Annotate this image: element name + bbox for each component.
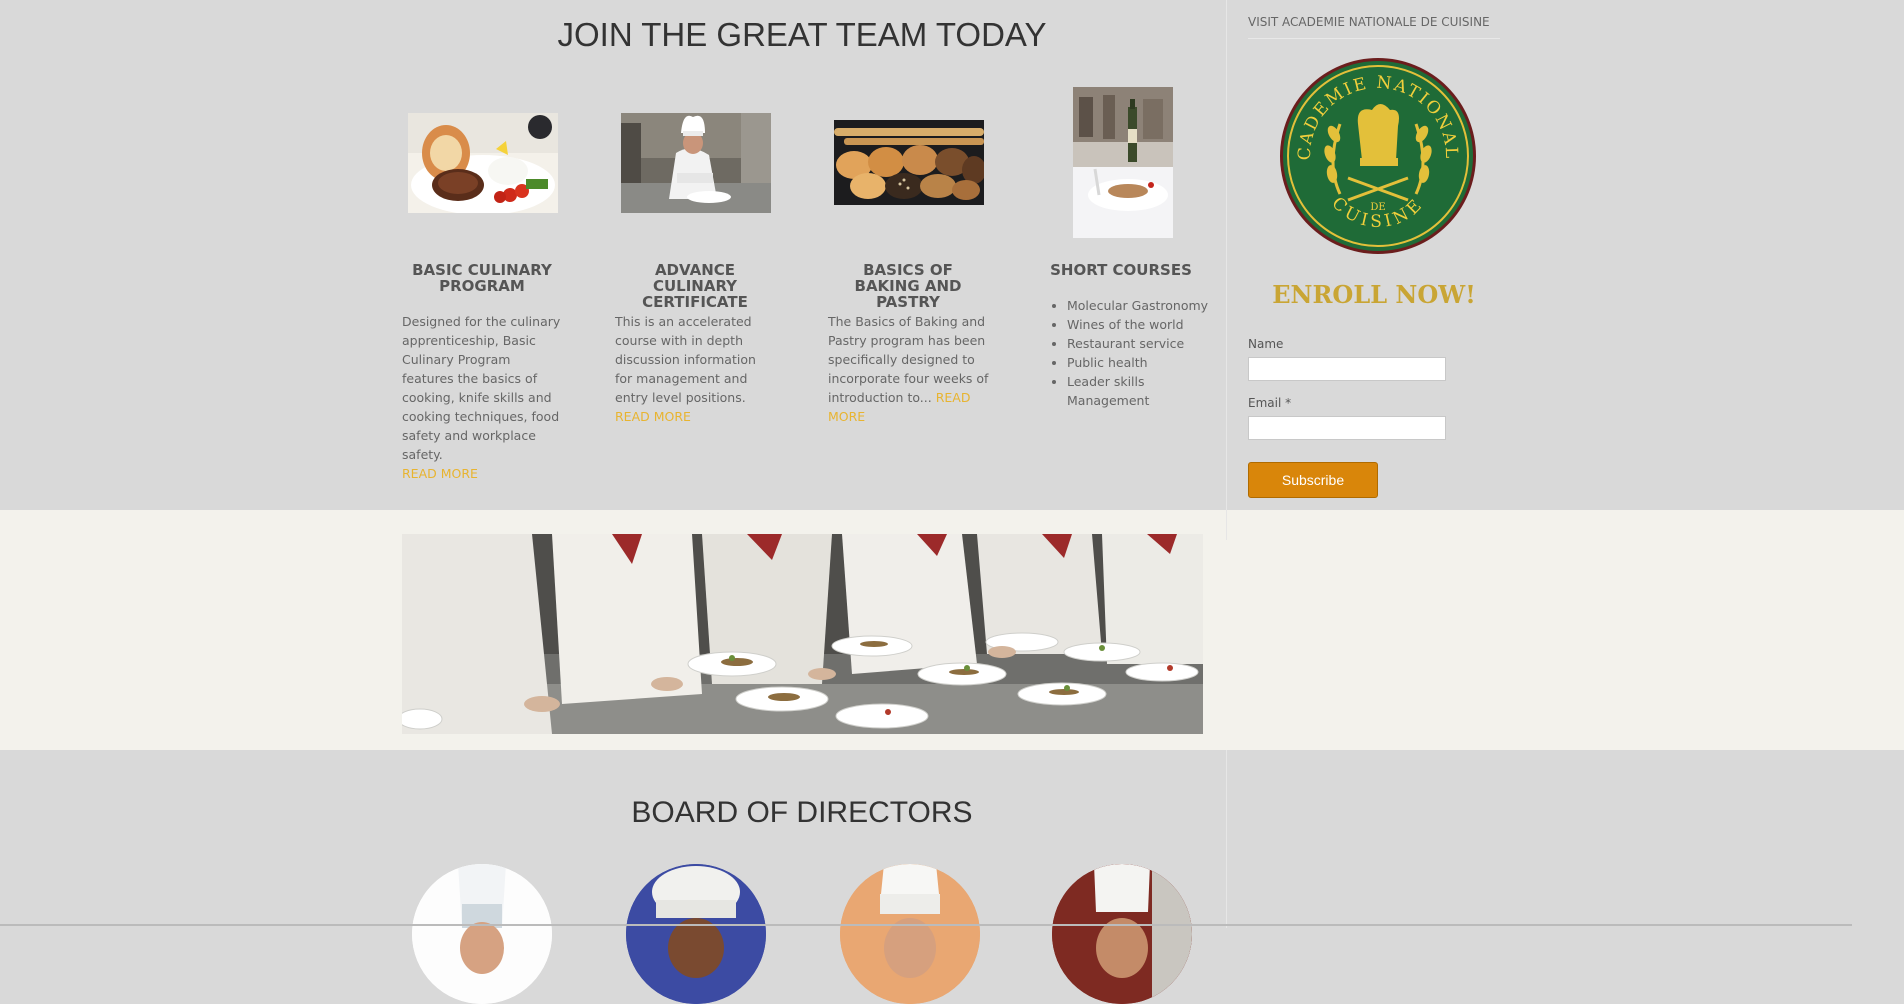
program-description: The Basics of Baking and Pastry program …	[828, 314, 989, 424]
program-description: Designed for the culinary apprenticeship…	[402, 314, 561, 481]
chefs-plating-video[interactable]	[402, 534, 1203, 734]
list-item: Molecular Gastronomy	[1067, 296, 1217, 315]
name-field[interactable]	[1248, 357, 1446, 381]
short-courses-list: Molecular Gastronomy Wines of the world …	[1051, 296, 1217, 410]
list-item: Restaurant service	[1067, 334, 1217, 353]
list-item: Public health	[1067, 353, 1217, 372]
program-title: SHORT COURSES	[1050, 261, 1192, 279]
director-avatar[interactable]	[626, 864, 766, 1004]
bread-rolls-photo[interactable]	[834, 120, 984, 205]
director-avatar[interactable]	[412, 864, 552, 1004]
svg-text:DE: DE	[1370, 202, 1385, 213]
subscribe-button[interactable]: Subscribe	[1248, 462, 1378, 498]
email-label: Email *	[1248, 396, 1292, 410]
program-title: BASIC CULINARY PROGRAM	[412, 261, 552, 295]
email-field[interactable]	[1248, 416, 1446, 440]
read-more-link[interactable]: READ MORE	[615, 409, 691, 424]
director-avatar[interactable]	[840, 864, 980, 1004]
program-description: This is an accelerated course with in de…	[615, 314, 756, 424]
name-label: Name	[1248, 337, 1284, 351]
wine-dining-photo[interactable]	[1073, 87, 1173, 238]
steak-plate-photo[interactable]	[408, 113, 558, 213]
sidebar-divider	[1226, 0, 1227, 540]
director-avatar[interactable]	[1052, 864, 1192, 1004]
page-bottom-border	[0, 924, 1852, 926]
join-section-background	[0, 0, 1904, 510]
program-title: BASICS OF BAKING AND PASTRY	[854, 261, 962, 311]
enroll-heading: ENROLL NOW!	[1272, 280, 1476, 309]
list-item: Wines of the world	[1067, 315, 1217, 334]
sidebar-divider-lower	[1226, 750, 1227, 928]
sidebar-title: VISIT ACADEMIE NATIONALE DE CUISINE	[1248, 15, 1500, 39]
program-title: ADVANCE CULINARY CERTIFICATE	[642, 261, 748, 311]
chef-plating-photo[interactable]	[621, 113, 771, 213]
academie-logo[interactable]: ACADEMIE NATIONALE CUISINE DE	[1270, 39, 1478, 258]
board-title: BOARD OF DIRECTORS	[631, 796, 973, 829]
list-item: Leader skills Management	[1067, 372, 1217, 410]
read-more-link[interactable]: READ MORE	[402, 466, 478, 481]
join-title: JOIN THE GREAT TEAM TODAY	[557, 16, 1047, 53]
